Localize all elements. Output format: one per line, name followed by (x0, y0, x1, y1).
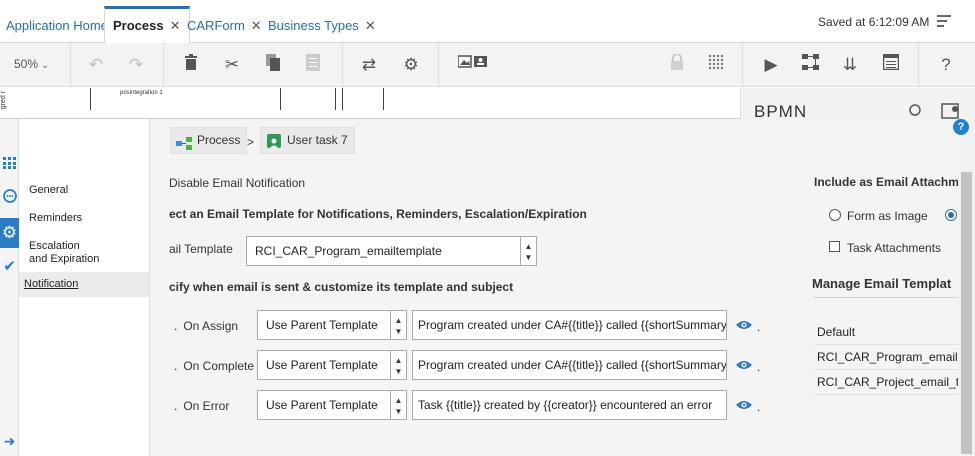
select-arrows-icon: ▲ ▼ (390, 351, 406, 379)
breadcrumb-current[interactable]: User task 7 (260, 127, 355, 154)
process-canvas[interactable]: gred r posintegration 1 (0, 88, 740, 119)
on-assign-template-select[interactable]: Use Parent Template ▲ ▼ (257, 310, 407, 340)
email-template-label: ail Template (169, 242, 233, 256)
close-icon[interactable]: ✕ (251, 18, 262, 33)
row-dot: . (757, 320, 761, 334)
properties-nav: General Reminders Escalation and Expirat… (19, 119, 150, 456)
template-list-item[interactable]: RCI_CAR_Project_email_te (814, 370, 958, 395)
disable-email-notification-label[interactable]: Disable Email Notification (169, 176, 305, 190)
email-template-value: RCI_CAR_Program_emailtemplate (255, 244, 442, 258)
tab-label: Business Types (268, 18, 359, 33)
eye-icon[interactable] (735, 399, 753, 411)
chat-icon[interactable] (0, 189, 19, 211)
select-arrows-icon: ▲ ▼ (520, 237, 536, 265)
row-dot: . (757, 360, 761, 374)
left-rail: ⚙ ✔ ➜ (0, 119, 19, 456)
tab-business-types[interactable]: Business Types ✕ (268, 9, 376, 43)
table-icon[interactable] (880, 53, 902, 76)
shuffle-icon[interactable]: ⇄ (358, 54, 380, 76)
task-attachments-label: Task Attachments (847, 241, 942, 255)
task-attachments-checkbox[interactable] (829, 241, 840, 252)
zoom-value: 50% (14, 57, 39, 71)
select-arrows-icon: ▲ ▼ (390, 391, 406, 419)
on-error-label: . On Error (174, 399, 230, 413)
merge-arrows-icon[interactable]: ⇊ (839, 54, 861, 76)
select-arrows-icon: ▲ ▼ (390, 311, 406, 339)
on-complete-template-value: Use Parent Template (266, 358, 378, 372)
include-attachment-heading: Include as Email Attachme (814, 175, 966, 189)
gear-icon[interactable]: ⚙ (400, 54, 422, 76)
nav-item-reminders[interactable]: Reminders (29, 212, 82, 225)
form-as-image-label: Form as Image (847, 209, 928, 223)
image-card-icon[interactable] (457, 54, 488, 76)
delete-icon[interactable] (180, 54, 202, 76)
manage-templates-heading: Manage Email Templat (812, 276, 952, 291)
lock-icon[interactable] (666, 53, 688, 76)
form-as-image-radio[interactable] (829, 209, 841, 221)
paste-icon[interactable] (302, 54, 324, 76)
checkmark-icon[interactable]: ✔ (0, 257, 19, 279)
template-list-item[interactable]: Default (814, 320, 958, 345)
saved-status: Saved at 6:12:09 AM (818, 15, 930, 29)
eye-icon[interactable] (735, 359, 753, 371)
on-error-template-value: Use Parent Template (266, 398, 378, 412)
flow-icon[interactable] (799, 54, 821, 76)
on-complete-template-select[interactable]: Use Parent Template ▲ ▼ (257, 350, 407, 380)
breadcrumb-separator: > (247, 135, 255, 149)
help-question-icon[interactable]: ? (935, 54, 957, 76)
on-error-template-select[interactable]: Use Parent Template ▲ ▼ (257, 390, 407, 420)
breadcrumb-current-label: User task 7 (287, 133, 348, 147)
menu-icon[interactable] (937, 15, 951, 27)
close-icon[interactable]: ✕ (170, 18, 181, 33)
eye-icon[interactable] (735, 319, 753, 331)
user-task-icon (267, 134, 281, 148)
tab-application-home[interactable]: Application Home (6, 9, 108, 43)
redo-icon[interactable]: ↷ (125, 54, 147, 76)
nav-item-notification[interactable]: Notification (19, 272, 149, 297)
on-assign-template-value: Use Parent Template (266, 318, 378, 332)
on-assign-subject-input[interactable]: Program created under CA#{{title}} calle… (412, 310, 727, 340)
scrollbar-thumb[interactable] (961, 172, 972, 454)
canvas-element-label: posintegration 1 (120, 90, 163, 96)
row-dot: . (757, 400, 761, 414)
bpmn-palette-header: BPMN (740, 88, 975, 121)
notification-panel: Process > User task 7 Disable Email Noti… (150, 119, 966, 456)
tab-label: Application Home (6, 18, 108, 33)
scissors-icon[interactable]: ✂ (221, 54, 243, 76)
on-complete-label: . On Complete (174, 359, 255, 373)
on-assign-label: . On Assign (174, 319, 239, 333)
specify-heading: cify when email is sent & customize its … (169, 280, 514, 294)
tab-carform[interactable]: CARForm ✕ (187, 9, 262, 43)
play-icon[interactable]: ▶ (760, 54, 782, 76)
copy-icon[interactable] (262, 54, 284, 76)
gear-icon[interactable]: ⚙ (0, 218, 19, 248)
on-complete-subject-input[interactable]: Program created under CA#{{title}} calle… (412, 350, 727, 380)
undo-icon[interactable]: ↶ (85, 54, 107, 76)
nav-item-escalation[interactable]: Escalation and Expiration (29, 240, 99, 266)
process-icon (176, 134, 192, 159)
grid-view-icon[interactable] (0, 157, 19, 179)
nav-item-general[interactable]: General (29, 184, 68, 197)
help-icon[interactable]: ? (953, 119, 969, 135)
tab-label: CARForm (187, 18, 245, 33)
on-error-subject-input[interactable]: Task {{title}} created by {{creator}} en… (412, 390, 727, 420)
email-template-select[interactable]: RCI_CAR_Program_emailtemplate ▲ ▼ (246, 236, 537, 266)
arrow-right-icon[interactable]: ➜ (0, 433, 19, 455)
template-list-item[interactable]: RCI_CAR_Program_emailt (814, 345, 958, 370)
tab-bar: Application Home Process ✕ CARForm ✕ Busin… (0, 0, 975, 44)
breadcrumb-process[interactable]: Process (170, 127, 248, 154)
close-icon[interactable]: ✕ (365, 18, 376, 33)
breadcrumb-root-label: Process (197, 133, 241, 147)
zoom-select[interactable]: 50% ⌄ (14, 57, 49, 71)
tab-process[interactable]: Process ✕ (104, 6, 190, 44)
vertical-scrollbar[interactable] (958, 119, 975, 456)
toolbar: 50% ⌄ ↶ ↷ ✂ ⇄ ⚙ ▶ ⇊ ? (0, 43, 975, 87)
lane-label: gred r (0, 91, 7, 110)
attachment-option-radio[interactable] (945, 209, 957, 221)
tab-label: Process (113, 18, 164, 33)
chevron-down-icon: ⌄ (41, 60, 49, 70)
select-template-heading: ect an Email Template for Notifications,… (169, 207, 587, 221)
grid-icon[interactable] (705, 54, 727, 76)
